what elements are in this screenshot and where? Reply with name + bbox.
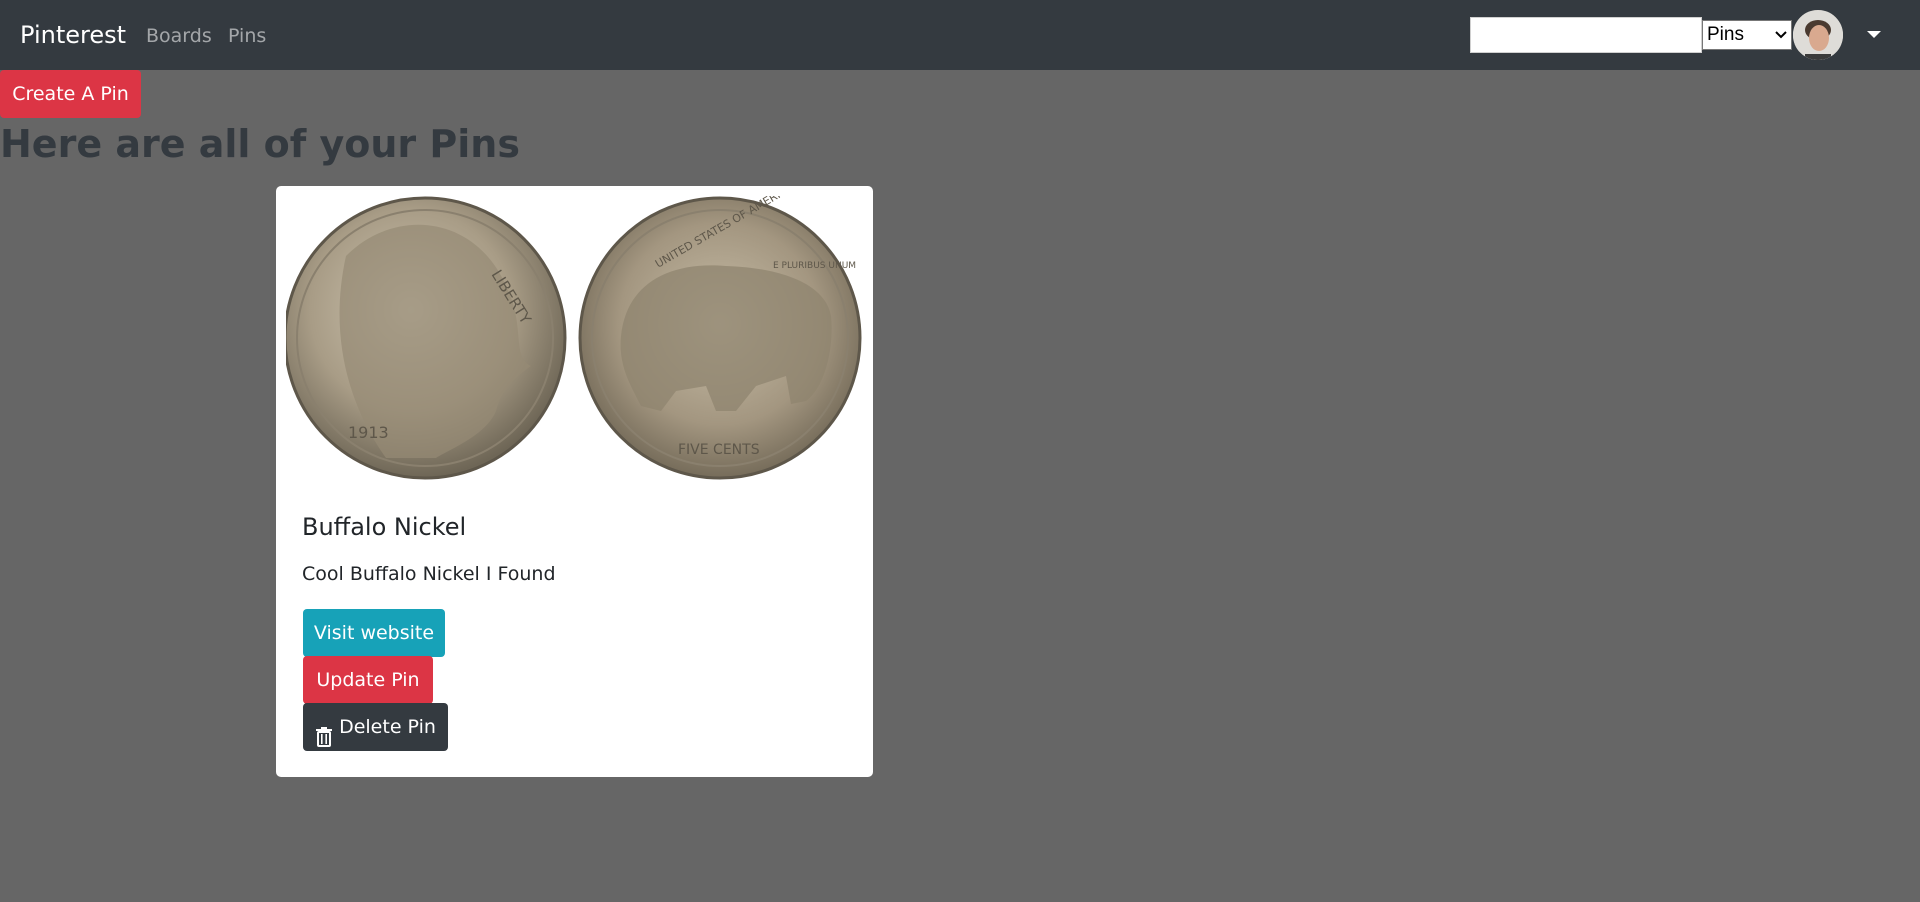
pin-card: LIBERTY 1913 UNITED STATES OF AMERICA E … [276,186,873,777]
avatar-icon [1793,10,1843,60]
search-type-selected: Pins [1707,24,1744,45]
create-pin-button[interactable]: Create A Pin [0,70,141,118]
pin-title: Buffalo Nickel [302,513,467,541]
brand-link[interactable]: Pinterest [20,20,126,50]
visit-website-button[interactable]: Visit website [303,609,445,657]
coin-obverse: LIBERTY 1913 [286,196,567,480]
caret-down-icon[interactable] [1867,31,1881,38]
user-avatar[interactable] [1793,10,1843,60]
search-type-select[interactable]: Pins [1702,20,1792,50]
delete-pin-label: Delete Pin [339,716,436,738]
delete-pin-button[interactable]: Delete Pin [303,703,448,751]
coin-reverse-motto: E PLURIBUS UNUM [773,261,856,271]
search-input[interactable] [1470,17,1702,53]
trash-icon [315,717,333,747]
coin-obverse-year: 1913 [348,423,389,442]
pin-description: Cool Buffalo Nickel I Found [302,563,556,585]
coin-reverse: UNITED STATES OF AMERICA E PLURIBUS UNUM… [578,196,862,480]
page-title: Here are all of your Pins [0,122,520,166]
coin-reverse-bottom: FIVE CENTS [678,442,760,458]
navbar: Pinterest Boards Pins Pins [0,0,1920,70]
chevron-down-icon [1775,28,1787,42]
nav-link-boards[interactable]: Boards [146,24,212,48]
nav-link-pins[interactable]: Pins [228,24,266,48]
update-pin-button[interactable]: Update Pin [303,656,433,704]
pin-image: LIBERTY 1913 UNITED STATES OF AMERICA E … [286,196,862,480]
